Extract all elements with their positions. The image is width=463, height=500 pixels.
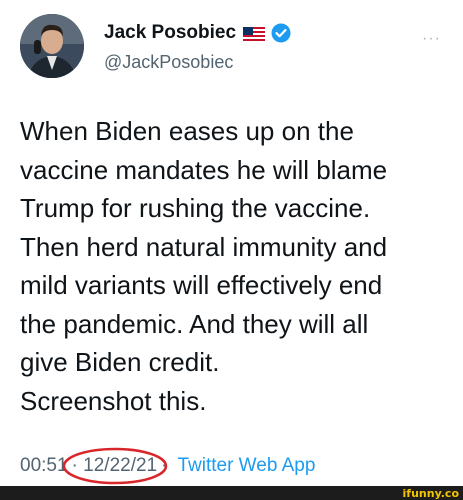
us-flag-icon [243,26,266,42]
author-name[interactable]: Jack Posobiec [104,22,236,44]
tweet-date[interactable]: 12/22/21 [83,455,157,476]
watermark-bar [0,486,463,500]
verified-badge-icon [271,23,291,43]
avatar[interactable] [20,14,84,78]
date-separator: · [71,455,78,476]
more-options-icon[interactable]: ··· [422,30,441,48]
tweet-time[interactable]: 00:51 [20,455,68,477]
author-name-row[interactable]: Jack Posobiec [104,22,291,44]
tweet-text: When Biden eases up on the vaccine manda… [20,116,388,416]
meta-separator: · [161,455,168,476]
tweet-source-app[interactable]: Twitter Web App [177,455,315,477]
tweet-date-wrapper: · 12/22/21 [62,447,167,485]
avatar-image [20,14,84,78]
tweet-meta: 00:51 · 12/22/21 · Twitter Web App [20,447,315,485]
ifunny-watermark: ifunny.co [402,487,459,500]
author-handle[interactable]: @JackPosobiec [104,52,233,73]
